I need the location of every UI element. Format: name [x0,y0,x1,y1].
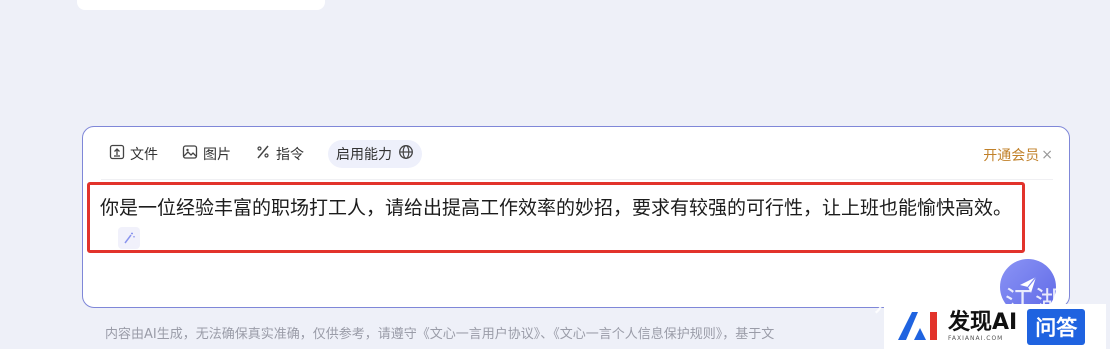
slash-command-icon [255,144,276,164]
globe-icon [392,144,414,164]
brand-domain: FAXIANAI.COM [948,334,1004,342]
prompt-input[interactable]: 你是一位经验丰富的职场打工人，请给出提高工作效率的妙招，要求有较强的可行性，让上… [100,194,1012,252]
vip-label: 开通会员 [983,148,1040,164]
brand-watermark: 发现AI FAXIANAI.COM 问答 [884,304,1106,349]
prompt-input-highlight[interactable]: 你是一位经验丰富的职场打工人，请给出提高工作效率的妙招，要求有较强的可行性，让上… [87,182,1025,253]
command-button[interactable]: 指令 [255,144,304,164]
upload-file-button[interactable]: 文件 [109,144,158,164]
image-label: 图片 [203,147,231,163]
command-label: 指令 [276,147,304,163]
vip-upgrade-link[interactable]: 开通会员 × [983,145,1053,165]
composer-toolbar: 文件 图片 指令 启用能力 开通会员 × [109,140,1053,168]
image-icon [182,144,203,164]
ability-label: 启用能力 [336,147,392,163]
file-label: 文件 [130,147,158,163]
upload-image-button[interactable]: 图片 [182,144,231,164]
brand-name: 发现AI FAXIANAI.COM [948,309,1018,342]
previous-message-card [77,0,325,10]
enable-ability-button[interactable]: 启用能力 [328,140,422,168]
disclaimer-text: 内容由AI生成，无法确保真实准确，仅供参考，请遵守《文心一言用户协议》、《文心一… [105,327,775,342]
prompt-text: 你是一位经验丰富的职场打工人，请给出提高工作效率的妙招，要求有较强的可行性，让上… [100,197,1013,219]
brand-title: 发现AI [948,309,1018,335]
brand-logo-icon [896,308,942,346]
upload-icon [109,144,130,164]
brand-tag: 问答 [1027,308,1086,345]
vip-close-button[interactable]: × [1041,147,1053,163]
toolbar-divider [101,179,1053,180]
magic-wand-icon[interactable] [118,226,140,249]
